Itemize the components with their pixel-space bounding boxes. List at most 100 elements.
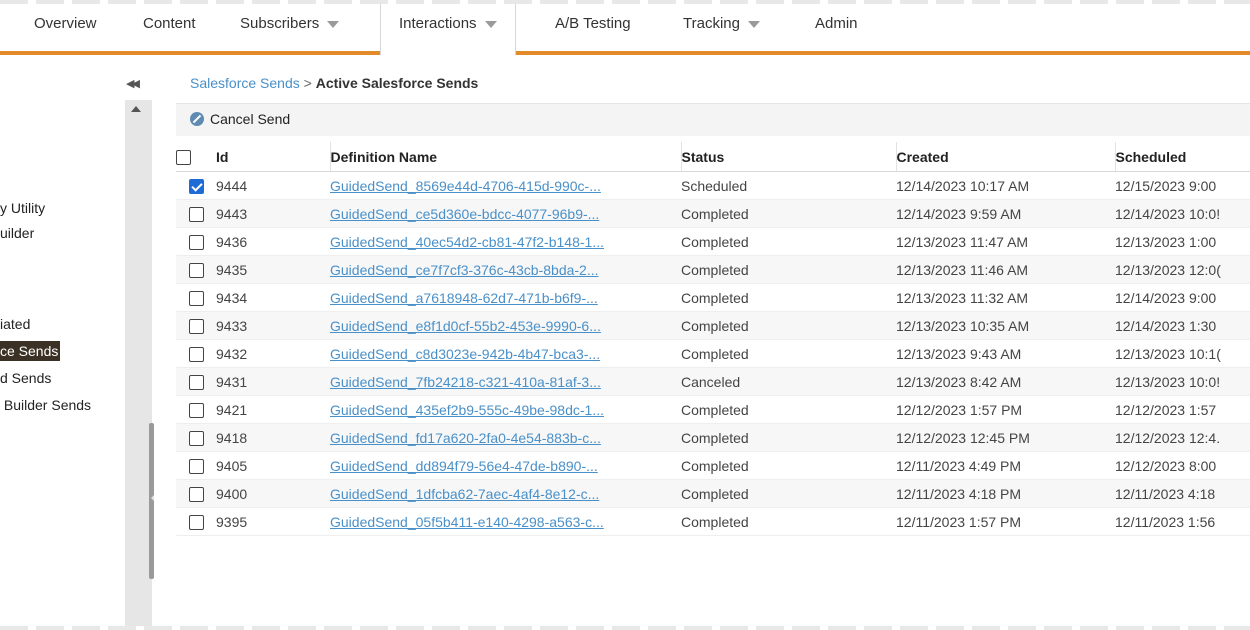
table-row[interactable]: 9444 GuidedSend_8569e44d-4706-415d-990c-.…	[176, 171, 1250, 200]
sidebar-item-label: iated	[0, 316, 31, 332]
cell-created: 12/13/2023 11:32 AM	[896, 283, 1115, 312]
row-checkbox[interactable]	[188, 178, 204, 194]
definition-name-link[interactable]: GuidedSend_40ec54d2-cb81-47f2-b148-1...	[330, 234, 604, 250]
nav-tab-label: Subscribers	[240, 15, 320, 32]
nav-tab-tracking[interactable]: Tracking	[683, 4, 760, 50]
breadcrumb-parent-link[interactable]: Salesforce Sends	[190, 75, 300, 91]
sidebar-scrollbar[interactable]	[125, 100, 152, 630]
definition-name-link[interactable]: GuidedSend_e8f1d0cf-55b2-453e-9990-6...	[330, 318, 601, 334]
row-select-cell	[176, 339, 216, 368]
cell-scheduled: 12/12/2023 1:57	[1115, 395, 1250, 424]
row-checkbox[interactable]	[188, 458, 204, 474]
sidebar-item[interactable]: iated	[0, 314, 30, 334]
cell-created: 12/13/2023 11:46 AM	[896, 255, 1115, 284]
cell-created: 12/12/2023 12:45 PM	[896, 423, 1115, 452]
cell-definition-name: GuidedSend_c8d3023e-942b-4b47-bca3-...	[330, 339, 681, 368]
row-select-cell	[176, 479, 216, 508]
column-header-scheduled[interactable]: Scheduled	[1114, 142, 1250, 172]
cancel-send-button[interactable]: Cancel Send	[190, 111, 290, 127]
double-chevron-left-icon[interactable]: ◀◀	[126, 77, 140, 90]
sidebar-item[interactable]: d Sends	[0, 368, 51, 388]
nav-tab-overview[interactable]: Overview	[34, 4, 97, 50]
scroll-thumb[interactable]	[149, 423, 154, 579]
row-checkbox[interactable]	[188, 402, 204, 418]
table-row[interactable]: 9436 GuidedSend_40ec54d2-cb81-47f2-b148-1…	[176, 227, 1250, 256]
row-checkbox[interactable]	[188, 346, 204, 362]
definition-name-link[interactable]: GuidedSend_ce7f7cf3-376c-43cb-8bda-2...	[330, 262, 599, 278]
cell-status: Completed	[681, 395, 896, 424]
definition-name-link[interactable]: GuidedSend_dd894f79-56e4-47de-b890-...	[330, 458, 598, 474]
definition-name-link[interactable]: GuidedSend_fd17a620-2fa0-4e54-883b-c...	[330, 430, 601, 446]
cell-scheduled: 12/13/2023 10:0!	[1115, 367, 1250, 396]
cell-definition-name: GuidedSend_dd894f79-56e4-47de-b890-...	[330, 451, 681, 480]
definition-name-link[interactable]: GuidedSend_8569e44d-4706-415d-990c-...	[330, 178, 601, 194]
top-nav-bar: Overview Content Subscribers Interaction…	[0, 4, 1250, 55]
column-header-id[interactable]: Id	[216, 142, 330, 172]
cell-definition-name: GuidedSend_05f5b411-e140-4298-a563-c...	[330, 507, 681, 536]
row-checkbox[interactable]	[188, 514, 204, 530]
chevron-down-icon	[484, 20, 497, 28]
cell-definition-name: GuidedSend_8569e44d-4706-415d-990c-...	[330, 171, 681, 200]
table-row[interactable]: 9405 GuidedSend_dd894f79-56e4-47de-b890-.…	[176, 451, 1250, 480]
table-row[interactable]: 9435 GuidedSend_ce7f7cf3-376c-43cb-8bda-2…	[176, 255, 1250, 284]
sidebar-item[interactable]: y Utility	[0, 198, 45, 218]
select-all-cell	[176, 142, 216, 172]
row-checkbox[interactable]	[188, 318, 204, 334]
definition-name-link[interactable]: GuidedSend_ce5d360e-bdcc-4077-96b9-...	[330, 206, 599, 222]
select-all-checkbox[interactable]	[176, 149, 191, 165]
cell-status: Completed	[681, 507, 896, 536]
row-checkbox[interactable]	[188, 374, 204, 390]
column-header-created[interactable]: Created	[895, 142, 1115, 172]
cell-definition-name: GuidedSend_fd17a620-2fa0-4e54-883b-c...	[330, 423, 681, 452]
table-row[interactable]: 9434 GuidedSend_a7618948-62d7-471b-b6f9-.…	[176, 283, 1250, 312]
definition-name-link[interactable]: GuidedSend_435ef2b9-555c-49be-98dc-1...	[330, 402, 604, 418]
cell-status: Completed	[681, 227, 896, 256]
table-row[interactable]: 9418 GuidedSend_fd17a620-2fa0-4e54-883b-c…	[176, 423, 1250, 452]
cell-created: 12/14/2023 9:59 AM	[896, 199, 1115, 228]
nav-tab-label: Content	[143, 15, 196, 32]
row-checkbox[interactable]	[188, 262, 204, 278]
table-row[interactable]: 9395 GuidedSend_05f5b411-e140-4298-a563-c…	[176, 507, 1250, 536]
definition-name-link[interactable]: GuidedSend_05f5b411-e140-4298-a563-c...	[330, 514, 604, 530]
breadcrumb-current: Active Salesforce Sends	[315, 75, 479, 91]
sidebar-item[interactable]: uilder	[0, 223, 34, 243]
cell-status: Canceled	[681, 367, 896, 396]
table-row[interactable]: 9443 GuidedSend_ce5d360e-bdcc-4077-96b9-.…	[176, 199, 1250, 228]
cell-id: 9418	[216, 423, 330, 452]
nav-tab-admin[interactable]: Admin	[815, 4, 858, 50]
definition-name-link[interactable]: GuidedSend_1dfcba62-7aec-4af4-8e12-c...	[330, 486, 599, 502]
row-checkbox[interactable]	[188, 234, 204, 250]
row-checkbox[interactable]	[188, 206, 204, 222]
cell-id: 9435	[216, 255, 330, 284]
row-select-cell	[176, 227, 216, 256]
sidebar-item[interactable]: Builder Sends	[0, 395, 91, 415]
cell-definition-name: GuidedSend_1dfcba62-7aec-4af4-8e12-c...	[330, 479, 681, 508]
row-checkbox[interactable]	[188, 290, 204, 306]
row-select-cell	[176, 367, 216, 396]
cell-created: 12/11/2023 4:18 PM	[896, 479, 1115, 508]
cell-status: Completed	[681, 199, 896, 228]
definition-name-link[interactable]: GuidedSend_7fb24218-c321-410a-81af-3...	[330, 374, 601, 390]
row-checkbox[interactable]	[188, 486, 204, 502]
row-select-cell	[176, 395, 216, 424]
table-header-row: Id Definition Name Status Created Schedu…	[176, 142, 1250, 172]
cell-scheduled: 12/11/2023 1:56	[1115, 507, 1250, 536]
row-select-cell	[176, 199, 216, 228]
table-row[interactable]: 9400 GuidedSend_1dfcba62-7aec-4af4-8e12-c…	[176, 479, 1250, 508]
cell-created: 12/13/2023 10:35 AM	[896, 311, 1115, 340]
table-row[interactable]: 9421 GuidedSend_435ef2b9-555c-49be-98dc-1…	[176, 395, 1250, 424]
sidebar-item-salesforce-sends[interactable]: ce Sends	[0, 341, 61, 361]
column-header-status[interactable]: Status	[680, 142, 896, 172]
nav-tab-subscribers[interactable]: Subscribers	[240, 4, 340, 50]
nav-tab-interactions[interactable]: Interactions	[380, 4, 516, 55]
nav-tab-ab-testing[interactable]: A/B Testing	[555, 4, 631, 50]
nav-tab-content[interactable]: Content	[143, 4, 196, 50]
table-row[interactable]: 9432 GuidedSend_c8d3023e-942b-4b47-bca3-.…	[176, 339, 1250, 368]
scroll-up-arrow-icon[interactable]	[131, 106, 141, 112]
column-header-definition-name[interactable]: Definition Name	[329, 142, 681, 172]
definition-name-link[interactable]: GuidedSend_a7618948-62d7-471b-b6f9-...	[330, 290, 598, 306]
table-row[interactable]: 9433 GuidedSend_e8f1d0cf-55b2-453e-9990-6…	[176, 311, 1250, 340]
table-row[interactable]: 9431 GuidedSend_7fb24218-c321-410a-81af-3…	[176, 367, 1250, 396]
definition-name-link[interactable]: GuidedSend_c8d3023e-942b-4b47-bca3-...	[330, 346, 600, 362]
row-checkbox[interactable]	[188, 430, 204, 446]
